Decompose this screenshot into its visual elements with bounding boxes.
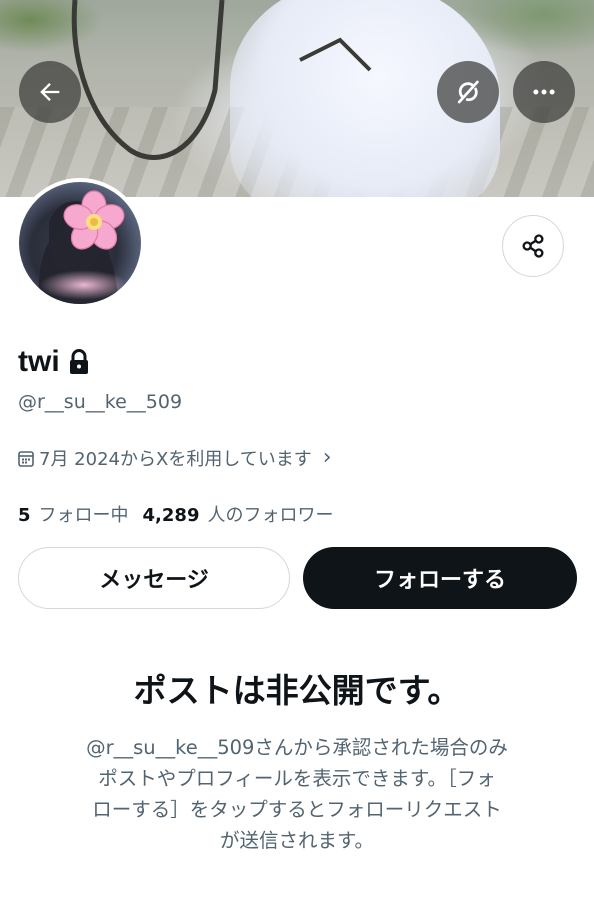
cherry-blossom-icon <box>63 190 125 250</box>
followers-link[interactable]: 4,289 人のフォロワー <box>143 501 334 527</box>
avatar <box>19 182 141 304</box>
profile-name-row: twi <box>18 345 90 379</box>
private-notice-line: ローする］をタップするとフォローリクエスト <box>92 798 502 821</box>
private-notice-description: @r__su__ke__509さんから承認された場合のみ ポストやプロフィールを… <box>48 732 546 856</box>
avatar-frame[interactable] <box>15 178 145 308</box>
follow-stats: 5 フォロー中 4,289 人のフォロワー <box>18 501 333 527</box>
profile-handle: @r__su__ke__509 <box>18 391 183 413</box>
avatar-glow <box>39 270 129 300</box>
join-date-text: 7月 2024からXを利用しています <box>39 449 312 470</box>
calendar-icon <box>18 450 34 467</box>
grok-button[interactable] <box>437 61 499 123</box>
share-icon <box>522 234 544 258</box>
back-button[interactable] <box>19 61 81 123</box>
banner-cord <box>71 0 372 160</box>
private-notice-line: ポストやプロフィールを表示できます。［フォ <box>98 767 496 790</box>
lock-icon <box>69 349 88 374</box>
private-notice-title: ポストは非公開です。 <box>133 671 461 710</box>
following-link[interactable]: 5 フォロー中 <box>18 501 129 527</box>
more-horizontal-icon <box>533 89 555 95</box>
more-button[interactable] <box>513 61 575 123</box>
private-notice-line: が送信されます。 <box>219 829 375 852</box>
arrow-left-icon <box>40 83 60 101</box>
grok-icon <box>457 80 479 104</box>
followers-label: 人のフォロワー <box>207 505 334 526</box>
profile-banner[interactable] <box>0 0 594 197</box>
join-date: 7月 2024からXを利用しています › <box>18 445 332 471</box>
follow-button[interactable]: フォローする <box>303 547 577 609</box>
chevron-right-icon[interactable]: › <box>323 447 332 469</box>
message-button[interactable]: メッセージ <box>18 547 290 609</box>
followers-count: 4,289 <box>142 505 200 526</box>
following-count: 5 <box>18 505 31 526</box>
following-label: フォロー中 <box>38 505 129 526</box>
private-notice-line: @r__su__ke__509さんから承認された場合のみ <box>86 736 508 759</box>
share-button[interactable] <box>502 215 564 277</box>
display-name: twi <box>18 345 60 378</box>
